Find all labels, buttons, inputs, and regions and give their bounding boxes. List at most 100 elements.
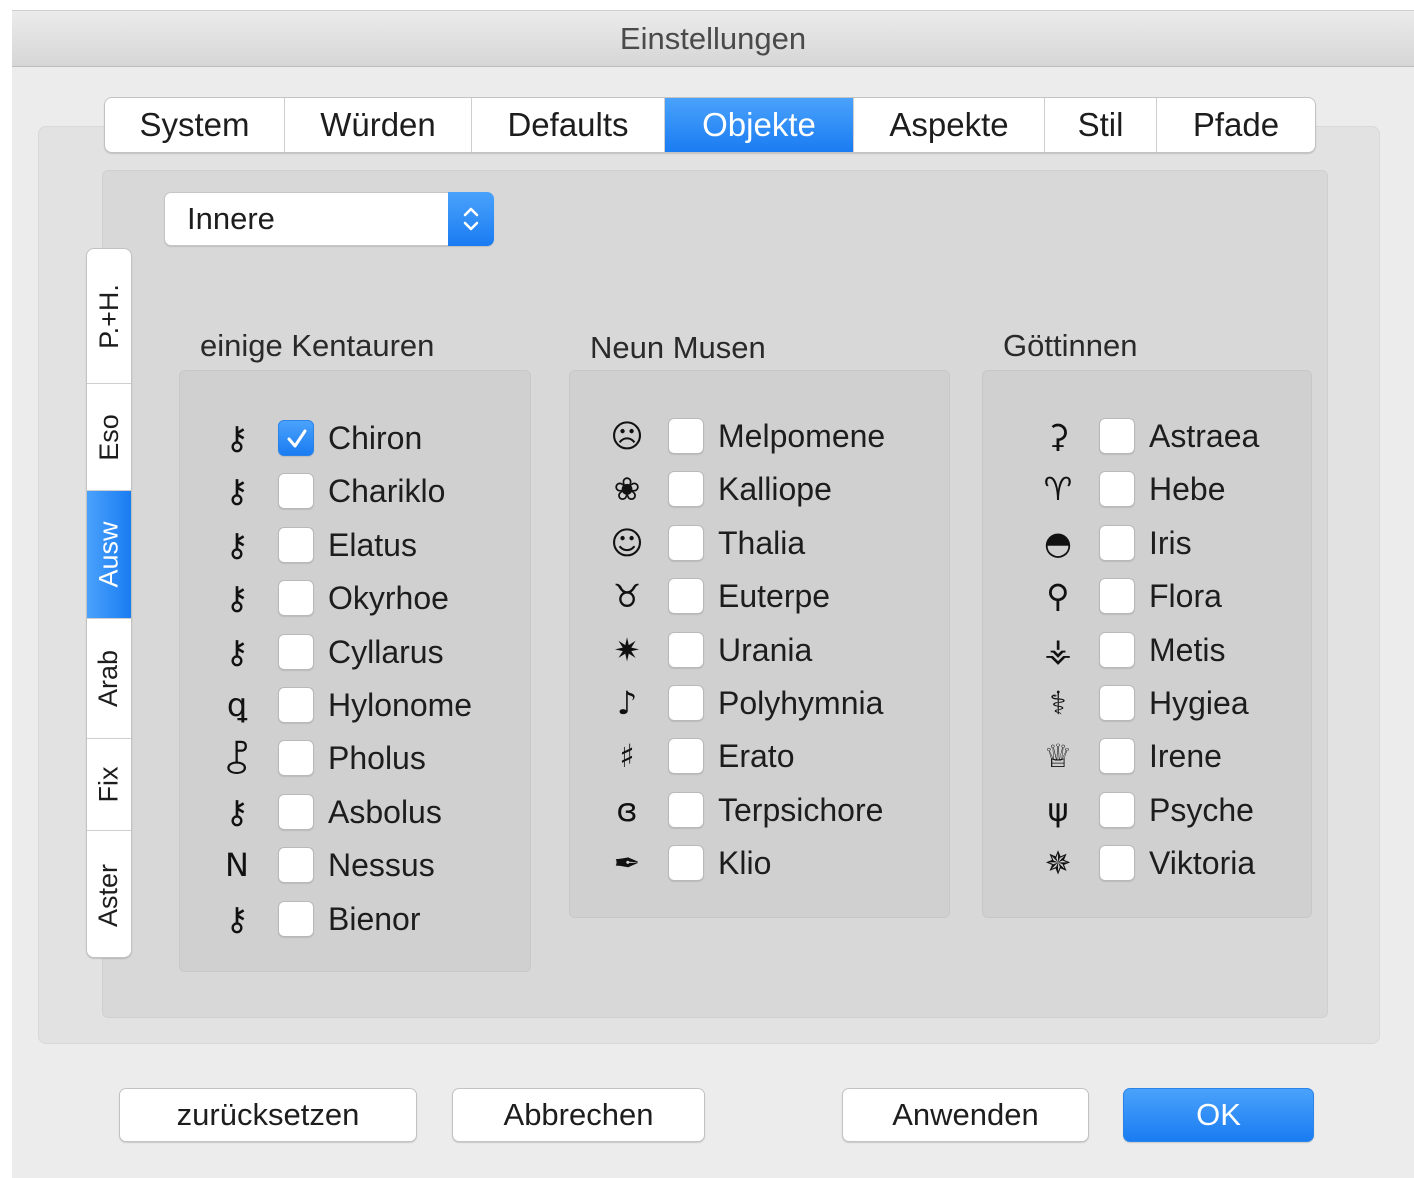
object-symbol-icon: ⚶ bbox=[1044, 630, 1072, 669]
object-checkbox[interactable] bbox=[1099, 685, 1135, 721]
object-checkbox[interactable] bbox=[278, 580, 314, 617]
object-checkbox[interactable] bbox=[668, 845, 704, 882]
object-checkbox[interactable] bbox=[278, 473, 314, 510]
object-checkbox[interactable] bbox=[668, 578, 704, 615]
tab-objekte[interactable]: Objekte bbox=[665, 98, 854, 152]
object-checkbox[interactable] bbox=[1099, 471, 1135, 508]
list-item[interactable]: ✷ Urania bbox=[602, 628, 922, 672]
list-item[interactable]: ⚷ Okyrhoe bbox=[212, 576, 532, 620]
object-checkbox[interactable] bbox=[278, 793, 314, 830]
side-tab-label: Ausw bbox=[93, 521, 124, 588]
side-tab-ph[interactable]: P.+H. bbox=[87, 249, 131, 384]
object-label: Nessus bbox=[328, 847, 435, 884]
list-item[interactable]: ♕ Irene bbox=[1033, 734, 1353, 778]
list-item[interactable]: ◓ Iris bbox=[1033, 521, 1353, 565]
object-symbol-icon: ♉ bbox=[612, 577, 642, 616]
object-label: Melpomene bbox=[718, 418, 886, 454]
category-popup[interactable]: Innere bbox=[164, 192, 494, 246]
object-checkbox[interactable] bbox=[668, 738, 704, 775]
group-title-musen: Neun Musen bbox=[590, 330, 766, 365]
ok-button[interactable]: OK bbox=[1123, 1088, 1314, 1142]
list-item[interactable]: ⚷ Cyllarus bbox=[212, 630, 532, 674]
list-item[interactable]: ⚕ Hygiea bbox=[1033, 681, 1353, 725]
list-item[interactable]: ɞ Terpsichore bbox=[602, 788, 922, 832]
object-checkbox[interactable] bbox=[668, 524, 704, 561]
object-checkbox[interactable] bbox=[278, 687, 314, 723]
tab-wuerden[interactable]: Würden bbox=[285, 98, 472, 152]
popup-arrows-icon bbox=[448, 192, 494, 246]
tab-defaults[interactable]: Defaults bbox=[472, 98, 665, 152]
list-item[interactable]: ☺ Thalia bbox=[602, 521, 922, 565]
object-checkbox[interactable] bbox=[668, 791, 704, 828]
tab-aspekte[interactable]: Aspekte bbox=[854, 98, 1045, 152]
list-item[interactable]: ⚷ Chariklo bbox=[212, 469, 532, 513]
list-item[interactable]: ✒ Klio bbox=[602, 841, 922, 885]
side-tab-arab[interactable]: Arab bbox=[87, 619, 131, 739]
list-item[interactable]: ♪ Polyhymnia bbox=[602, 681, 922, 725]
list-item[interactable]: ⯛ Pholus bbox=[212, 736, 532, 780]
list-item[interactable]: ☹ Melpomene bbox=[602, 414, 922, 458]
object-checkbox[interactable] bbox=[1099, 845, 1135, 882]
object-label: Polyhymnia bbox=[718, 685, 884, 721]
object-checkbox[interactable] bbox=[1099, 791, 1135, 828]
cancel-button[interactable]: Abbrechen bbox=[452, 1088, 705, 1142]
category-popup-value: Innere bbox=[187, 201, 275, 236]
object-symbol-icon: ⚲ bbox=[1046, 577, 1070, 616]
list-item[interactable]: ψ Psyche bbox=[1033, 788, 1353, 832]
object-checkbox[interactable] bbox=[1099, 738, 1135, 775]
reset-button[interactable]: zurücksetzen bbox=[119, 1088, 417, 1142]
group-title-goettinnen: Göttinnen bbox=[1003, 328, 1138, 363]
object-label: Viktoria bbox=[1149, 845, 1256, 882]
object-checkbox[interactable] bbox=[1099, 418, 1135, 454]
object-label: Thalia bbox=[718, 524, 806, 561]
list-item[interactable]: ♈ Hebe bbox=[1033, 467, 1353, 511]
list-item[interactable]: ⚷ Bienor bbox=[212, 897, 532, 941]
object-checkbox[interactable] bbox=[668, 471, 704, 508]
list-item[interactable]: ⚷ Chiron bbox=[212, 416, 532, 460]
side-tab-fix[interactable]: Fix bbox=[87, 739, 131, 831]
side-tab-eso[interactable]: Eso bbox=[87, 384, 131, 491]
object-symbol-icon: ⚷ bbox=[225, 525, 249, 564]
tab-system[interactable]: System bbox=[105, 98, 285, 152]
side-tab-label: Fix bbox=[93, 766, 124, 803]
list-item[interactable]: ⚷ Asbolus bbox=[212, 790, 532, 834]
list-item[interactable]: ⚷ Elatus bbox=[212, 523, 532, 567]
list-item[interactable]: ♯ Erato bbox=[602, 734, 922, 778]
list-item[interactable]: ⚶ Metis bbox=[1033, 628, 1353, 672]
list-item[interactable]: ✵ Viktoria bbox=[1033, 841, 1353, 885]
object-label: Flora bbox=[1149, 578, 1222, 615]
side-tab-label: P.+H. bbox=[93, 283, 124, 349]
side-tab-ausw[interactable]: Ausw bbox=[87, 491, 131, 619]
window-title: Einstellungen bbox=[12, 11, 1414, 67]
object-checkbox[interactable] bbox=[278, 847, 314, 884]
list-item[interactable]: N Nessus bbox=[212, 843, 532, 887]
apply-button[interactable]: Anwenden bbox=[842, 1088, 1089, 1142]
object-checkbox[interactable] bbox=[278, 900, 314, 937]
list-item[interactable]: ♉ Euterpe bbox=[602, 574, 922, 618]
list-item[interactable]: ⚳ Astraea bbox=[1033, 414, 1353, 458]
object-checkbox[interactable] bbox=[278, 633, 314, 670]
object-checkbox[interactable] bbox=[278, 526, 314, 563]
side-tab-aster[interactable]: Aster bbox=[87, 831, 131, 957]
object-checkbox[interactable] bbox=[668, 418, 704, 454]
object-checkbox[interactable] bbox=[278, 420, 314, 456]
object-label: Psyche bbox=[1149, 791, 1254, 828]
tab-pfade[interactable]: Pfade bbox=[1157, 98, 1315, 152]
object-checkbox[interactable] bbox=[1099, 524, 1135, 561]
object-checkbox[interactable] bbox=[1099, 578, 1135, 615]
object-label: Asbolus bbox=[328, 793, 442, 830]
object-checkbox[interactable] bbox=[278, 740, 314, 777]
object-label: Klio bbox=[718, 845, 772, 882]
object-label: Pholus bbox=[328, 740, 426, 777]
list-item[interactable]: ⚲ Flora bbox=[1033, 574, 1353, 618]
object-label: Irene bbox=[1149, 738, 1222, 775]
object-label: Iris bbox=[1149, 524, 1192, 561]
list-item[interactable]: ❀ Kalliope bbox=[602, 467, 922, 511]
tab-stil[interactable]: Stil bbox=[1045, 98, 1157, 152]
object-symbol-icon: ɞ bbox=[616, 790, 638, 829]
object-checkbox[interactable] bbox=[668, 685, 704, 721]
object-checkbox[interactable] bbox=[668, 631, 704, 668]
object-label: Elatus bbox=[328, 526, 417, 563]
object-checkbox[interactable] bbox=[1099, 631, 1135, 668]
list-item[interactable]: ꝗ Hylonome bbox=[212, 683, 532, 727]
